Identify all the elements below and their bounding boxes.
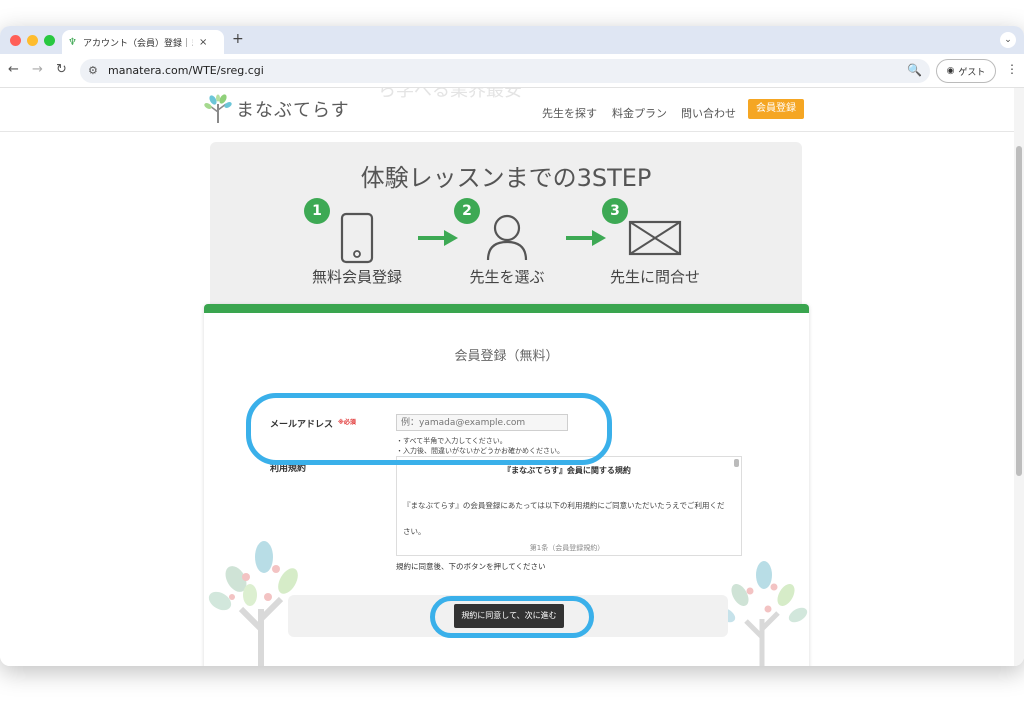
nav-find-teacher[interactable]: 先生を探す bbox=[542, 105, 597, 121]
favicon-tree-icon: ♆ bbox=[68, 36, 77, 48]
site-header: ら学べる業界最安 まなぶてらす 先生を探す 料金プラン 問い合わせ 会員登録 bbox=[0, 88, 1014, 132]
new-tab-button[interactable]: + bbox=[232, 31, 244, 47]
form-title: 会員登録（無料） bbox=[454, 349, 559, 364]
browser-tab[interactable]: ♆ アカウント（会員）登録｜まなぶてらす × bbox=[62, 30, 224, 54]
tab-close-icon[interactable]: × bbox=[199, 37, 207, 48]
page-viewport: ら学べる業界最安 まなぶてらす 先生を探す 料金プラン 問い合わせ 会員登録 体… bbox=[0, 88, 1024, 666]
guest-label: ゲスト bbox=[958, 67, 986, 78]
step-2-label: 先生を選ぶ bbox=[469, 268, 545, 286]
reload-icon[interactable]: ↻ bbox=[56, 62, 67, 77]
terms-textbox[interactable]: 『まなぶてらす』会員に関する規約 『まなぶてらす』の会員登録にあたっては以下の利… bbox=[396, 456, 742, 556]
email-highlight-outline bbox=[246, 393, 612, 465]
steps-panel: 体験レッスンまでの3STEP 1 無料会員登録 2 先生を選ぶ 3 先生に問合せ bbox=[210, 142, 802, 312]
tree-illustration-right bbox=[716, 561, 808, 666]
profile-guest-button[interactable]: ◉ ゲスト bbox=[936, 59, 996, 83]
site-logo[interactable]: まなぶてらす bbox=[204, 94, 350, 124]
zoom-icon[interactable]: 🔍 bbox=[907, 63, 922, 77]
forward-arrow-icon[interactable]: → bbox=[32, 62, 43, 77]
envelope-icon bbox=[628, 220, 682, 256]
step-3-label: 先生に問合せ bbox=[609, 268, 700, 286]
step-3-number: 3 bbox=[602, 198, 628, 224]
address-bar-row: ← → ↻ ⚙ manatera.com/WTE/sreg.cgi 🔍 ◉ ゲス… bbox=[0, 54, 1024, 88]
tab-list-chevron-icon[interactable]: ⌄ bbox=[1000, 32, 1016, 48]
nav-pricing[interactable]: 料金プラン bbox=[612, 105, 667, 121]
step-2: 2 先生を選ぶ bbox=[432, 198, 582, 298]
minimize-window-dot[interactable] bbox=[27, 35, 38, 46]
person-icon bbox=[486, 214, 528, 261]
step-2-number: 2 bbox=[454, 198, 480, 224]
tree-logo-icon bbox=[204, 94, 232, 123]
terms-article-heading: 第1条（会員登録規約） bbox=[529, 544, 605, 552]
terms-scrollbar[interactable] bbox=[734, 459, 739, 467]
window-controls bbox=[10, 35, 55, 46]
agree-instruction: 規約に同意後、下のボタンを押してください bbox=[396, 562, 546, 571]
step-1-number: 1 bbox=[304, 198, 330, 224]
registration-form-card: 会員登録（無料） メールアドレス ※必須 例：yamada@example.co… bbox=[204, 304, 809, 666]
page-scroll-thumb[interactable] bbox=[1016, 146, 1022, 476]
smartphone-icon bbox=[340, 212, 374, 264]
maximize-window-dot[interactable] bbox=[44, 35, 55, 46]
logo-text: まなぶてらす bbox=[236, 100, 350, 121]
more-menu-icon[interactable]: ⋮ bbox=[1006, 62, 1018, 76]
tab-bar: ♆ アカウント（会員）登録｜まなぶてらす × + ⌄ bbox=[0, 26, 1024, 54]
register-button[interactable]: 会員登録 bbox=[748, 99, 804, 119]
steps-title: 体験レッスンまでの3STEP bbox=[360, 164, 652, 192]
url-text: manatera.com/WTE/sreg.cgi bbox=[108, 64, 264, 77]
site-settings-icon[interactable]: ⚙ bbox=[88, 64, 98, 77]
browser-window: ♆ アカウント（会員）登録｜まなぶてらす × + ⌄ ← → ↻ ⚙ manat… bbox=[0, 26, 1024, 666]
close-window-dot[interactable] bbox=[10, 35, 21, 46]
url-field[interactable]: ⚙ manatera.com/WTE/sreg.cgi 🔍 bbox=[80, 59, 930, 83]
page-scrollbar[interactable] bbox=[1014, 88, 1024, 666]
profile-icon: ◉ bbox=[946, 66, 955, 76]
step-3: 3 先生に問合せ bbox=[580, 198, 730, 298]
terms-body: 『まなぶてらす』の会員登録にあたっては以下の利用規約にご同意いただいたうえでご利… bbox=[403, 501, 725, 536]
terms-title: 『まなぶてらす』会員に関する規約 bbox=[503, 466, 631, 475]
step-1-label: 無料会員登録 bbox=[311, 268, 402, 286]
nav-contact[interactable]: 問い合わせ bbox=[681, 105, 736, 121]
submit-highlight-outline bbox=[430, 596, 594, 638]
ghost-heading: ら学べる業界最安 bbox=[378, 88, 522, 101]
step-1: 1 無料会員登録 bbox=[282, 198, 432, 298]
tab-title: アカウント（会員）登録｜まなぶてらす bbox=[82, 38, 193, 49]
back-arrow-icon[interactable]: ← bbox=[8, 62, 19, 77]
